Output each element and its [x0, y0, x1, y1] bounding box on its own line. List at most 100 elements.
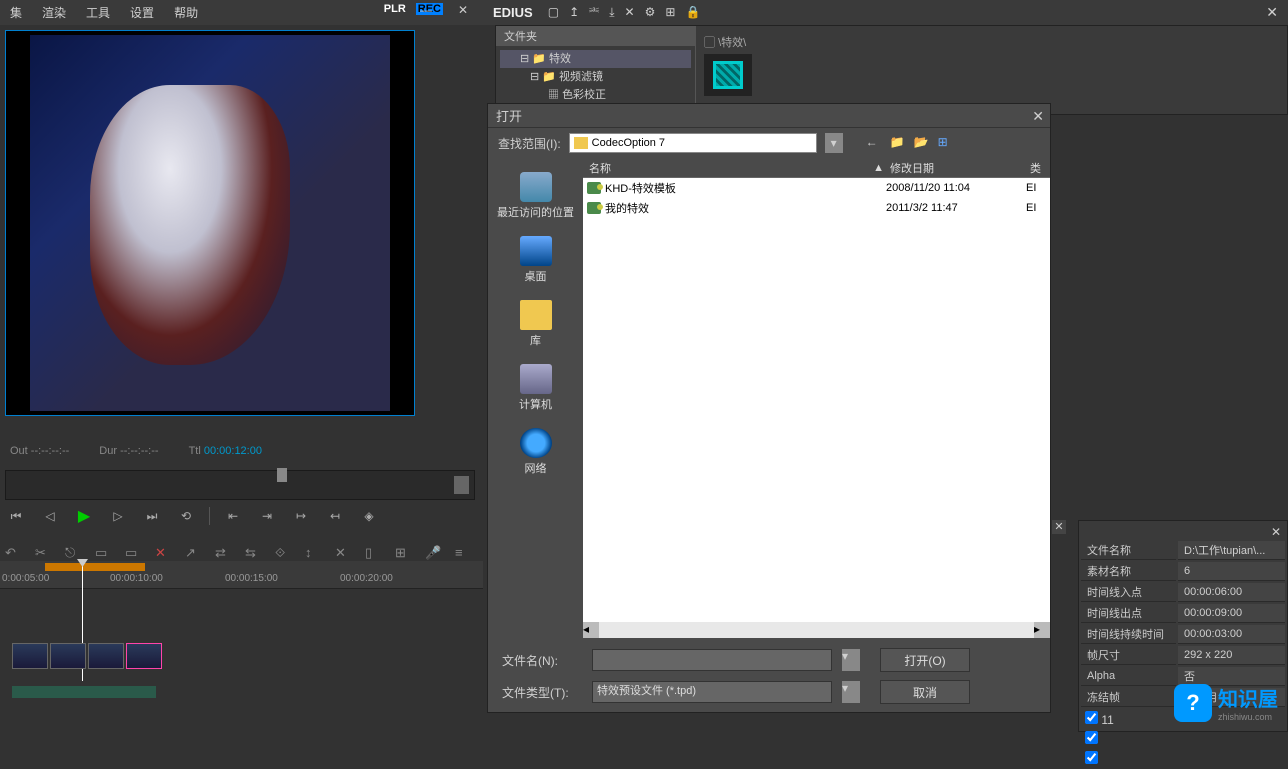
scroll-right-icon[interactable]: ▸ — [1034, 622, 1050, 638]
place-desktop[interactable]: 桌面 — [496, 230, 576, 290]
timeline: 0:00:05:00 00:00:10:00 00:00:15:00 00:00… — [0, 561, 483, 732]
file-icon — [587, 182, 601, 194]
timecode-display: Out --:--:--:-- Dur --:--:--:-- Ttl 00:0… — [10, 445, 262, 457]
delete2-icon[interactable]: ✕ — [625, 5, 635, 20]
lookin-combo[interactable]: CodecOption 7 — [569, 133, 817, 153]
scroll-left-icon[interactable]: ◂ — [583, 622, 599, 638]
fx-video-filter[interactable]: ⊟ 📁 视频滤镜 — [500, 68, 691, 86]
prop-row: 时间线持续时间00:00:03:00 — [1081, 625, 1285, 644]
prop-check-2[interactable] — [1085, 731, 1098, 744]
prop-check-1[interactable] — [1085, 711, 1098, 724]
open-button[interactable]: 打开(O) — [880, 648, 970, 672]
lookin-dropdown-icon[interactable]: ▾ — [825, 133, 843, 153]
view-icon[interactable]: ⊞ — [665, 5, 675, 20]
marker-icon[interactable]: ◈ — [358, 505, 380, 527]
col-date[interactable]: 修改日期 — [890, 160, 1030, 176]
scrubber[interactable] — [5, 470, 475, 500]
nav-back-icon[interactable]: ← — [866, 135, 882, 151]
folder-icon — [574, 137, 588, 149]
clip-3[interactable] — [88, 643, 124, 669]
preview-panel: Out --:--:--:-- Dur --:--:--:-- Ttl 00:0… — [0, 25, 483, 545]
menu-help[interactable]: 帮助 — [164, 4, 208, 21]
place-computer[interactable]: 计算机 — [496, 358, 576, 418]
prop-check-3[interactable] — [1085, 751, 1098, 764]
edius-title: EDIUS — [493, 5, 533, 20]
nav-new-icon[interactable]: 📂 — [914, 135, 930, 151]
filename-input[interactable] — [592, 649, 832, 671]
time-ruler[interactable]: 0:00:05:00 00:00:10:00 00:00:15:00 00:00… — [0, 561, 483, 589]
place-network[interactable]: 网络 — [496, 422, 576, 482]
menu-capture[interactable]: 集 — [0, 4, 32, 21]
dialog-title: 打开 ✕ — [488, 104, 1050, 128]
loop-icon[interactable]: ⟲ — [175, 505, 197, 527]
col-type[interactable]: 类 — [1030, 160, 1050, 176]
logo-icon: ? — [1174, 684, 1212, 722]
lookin-label: 查找范围(I): — [498, 135, 561, 152]
step-back-icon[interactable]: ◁ — [39, 505, 61, 527]
track-segment — [45, 563, 145, 571]
mark-out-icon[interactable]: ⇥ — [256, 505, 278, 527]
fx-color-correct[interactable]: ▦ 色彩校正 — [500, 86, 691, 104]
nav-up-icon[interactable]: 📁 — [890, 135, 906, 151]
clip-4[interactable] — [126, 643, 162, 669]
step-fwd-icon[interactable]: ▷ — [107, 505, 129, 527]
fx-root[interactable]: ⊟ 📁 特效 — [500, 50, 691, 68]
filetype-label: 文件类型(T): — [502, 684, 582, 701]
aux-close-icon[interactable]: ✕ — [1052, 520, 1066, 534]
close-icon[interactable]: ✕ — [448, 3, 478, 17]
place-library[interactable]: 库 — [496, 294, 576, 354]
prop-row: 时间线出点00:00:09:00 — [1081, 604, 1285, 623]
clip-2[interactable] — [50, 643, 86, 669]
site-logo: ? 知识屋 zhishiwu.com — [1174, 683, 1278, 722]
transport-controls: ⏮ ◁ ▶ ▷ ⏭ ⟲ ⇤ ⇥ ↦ ↤ ◈ — [5, 505, 380, 527]
places-bar: 最近访问的位置 桌面 库 计算机 网络 — [488, 158, 583, 638]
import-icon[interactable]: ⤓ — [609, 5, 614, 20]
h-scrollbar[interactable]: ◂ ▸ — [583, 622, 1050, 638]
filename-dropdown-icon[interactable]: ▾ — [842, 649, 860, 671]
props-close-icon[interactable]: ✕ — [1271, 525, 1281, 539]
up-icon[interactable]: ↥ — [569, 5, 579, 20]
goto-in-icon[interactable]: ↦ — [290, 505, 312, 527]
mark-in-icon[interactable]: ⇤ — [222, 505, 244, 527]
fast-fwd-icon[interactable]: ⏭ — [141, 505, 163, 527]
clip-1[interactable] — [12, 643, 48, 669]
minimize-icon[interactable]: — — [410, 3, 442, 17]
file-row[interactable]: KHD-特效模板 2008/11/20 11:04 EI — [583, 178, 1050, 198]
file-row[interactable]: 我的特效 2011/3/2 11:47 EI — [583, 198, 1050, 218]
props-icon[interactable]: ⚙ — [645, 5, 656, 20]
filename-label: 文件名(N): — [502, 652, 582, 669]
tree-icon[interactable]: ⎃ — [589, 5, 599, 20]
file-list: 名称▲ 修改日期 类 KHD-特效模板 2008/11/20 11:04 EI … — [583, 158, 1050, 638]
panel-close-icon[interactable]: ✕ — [1266, 4, 1278, 21]
file-icon — [587, 202, 601, 214]
folder-icon[interactable]: ▢ — [548, 5, 559, 20]
prop-row: 时间线入点00:00:06:00 — [1081, 583, 1285, 602]
audio-track[interactable] — [12, 686, 156, 698]
fx-thumbnail[interactable] — [704, 54, 752, 96]
play-icon[interactable]: ▶ — [73, 505, 95, 527]
effects-panel: 文件夹 ⊟ 📁 特效 ⊟ 📁 视频滤镜 ▦ 色彩校正 📁 音频滤镜 ▢ \特效\ — [495, 25, 1288, 115]
clip-track — [12, 643, 162, 669]
video-preview[interactable] — [5, 30, 415, 416]
edius-header: EDIUS ▢ ↥ ⎃ ⤓ ✕ ⚙ ⊞ 🔒 ✕ — [483, 0, 1288, 25]
lock-icon[interactable]: 🔒 — [685, 5, 700, 20]
col-name[interactable]: 名称 — [583, 160, 873, 176]
menu-tools[interactable]: 工具 — [76, 4, 120, 21]
effects-tree: 文件夹 ⊟ 📁 特效 ⊟ 📁 视频滤镜 ▦ 色彩校正 📁 音频滤镜 — [496, 26, 696, 114]
rewind-icon[interactable]: ⏮ — [5, 505, 27, 527]
prop-row: 素材名称6 — [1081, 562, 1285, 581]
prop-row: 帧尺寸292 x 220 — [1081, 646, 1285, 665]
main-menu: 集 渲染 工具 设置 帮助 PLRREC — ✕ — [0, 0, 483, 25]
menu-settings[interactable]: 设置 — [120, 4, 164, 21]
open-dialog: 打开 ✕ 查找范围(I): CodecOption 7 ▾ ← 📁 📂 ⊞ 最近… — [487, 103, 1051, 713]
menu-render[interactable]: 渲染 — [32, 4, 76, 21]
prop-row: 文件名称D:\工作\tupian\... — [1081, 541, 1285, 560]
goto-out-icon[interactable]: ↤ — [324, 505, 346, 527]
filetype-dropdown-icon[interactable]: ▾ — [842, 681, 860, 703]
place-recent[interactable]: 最近访问的位置 — [496, 166, 576, 226]
nav-view-icon[interactable]: ⊞ — [938, 135, 954, 151]
scrubber-handle[interactable] — [277, 468, 287, 482]
cancel-button[interactable]: 取消 — [880, 680, 970, 704]
dialog-close-icon[interactable]: ✕ — [1032, 108, 1044, 125]
filetype-combo[interactable]: 特效预设文件 (*.tpd) — [592, 681, 832, 703]
